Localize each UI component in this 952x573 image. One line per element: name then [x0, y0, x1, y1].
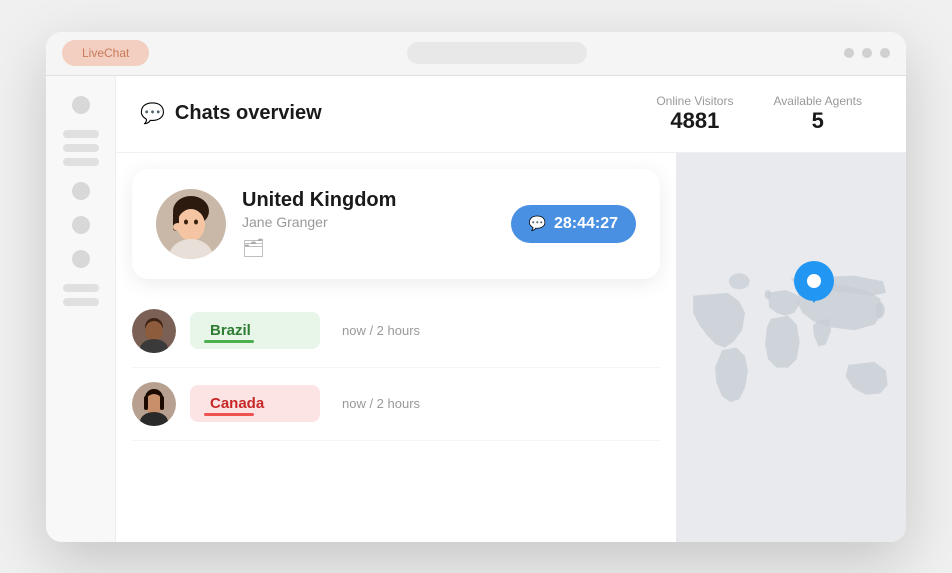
browser-tab[interactable]: LiveChat — [62, 40, 149, 66]
sidebar-line-1 — [63, 130, 99, 138]
canada-underline — [204, 413, 254, 416]
online-visitors-stat: Online Visitors 4881 — [656, 94, 733, 134]
canada-time: now / 2 hours — [342, 396, 420, 411]
sidebar-line-2 — [63, 144, 99, 152]
online-visitors-label: Online Visitors — [656, 94, 733, 108]
visitor-avatar-brazil — [132, 309, 176, 353]
country-badge-canada: Canada — [190, 385, 320, 422]
sidebar-nav-dot-4[interactable] — [72, 250, 90, 268]
dot-1 — [844, 48, 854, 58]
visitor-item-canada[interactable]: Canada now / 2 hours — [132, 368, 660, 441]
brazil-label: Brazil — [210, 322, 251, 339]
sidebar-nav-dot-1[interactable] — [72, 96, 90, 114]
browser-body: 💬 Chats overview Online Visitors 4881 Av… — [46, 76, 906, 542]
address-pill[interactable] — [407, 42, 587, 64]
chats-header: 💬 Chats overview Online Visitors 4881 Av… — [116, 76, 906, 153]
brazil-underline — [204, 340, 254, 343]
timer-value: 28:44:27 — [554, 215, 618, 233]
chats-header-left: 💬 Chats overview — [140, 101, 656, 126]
available-agents-value: 5 — [773, 108, 862, 134]
visitor-list: Brazil now / 2 hours — [116, 295, 676, 441]
chat-icon: 💬 — [140, 101, 165, 126]
content-area: United Kingdom Jane Granger 🗂 💬 28:44:27 — [116, 153, 906, 542]
avatar — [156, 189, 226, 259]
featured-username: Jane Granger — [242, 214, 495, 230]
sidebar-nav-dot-2[interactable] — [72, 182, 90, 200]
canada-label: Canada — [210, 395, 264, 412]
chat-timer[interactable]: 💬 28:44:27 — [511, 205, 636, 243]
brazil-time: now / 2 hours — [342, 323, 420, 338]
sidebar-line-4 — [63, 284, 99, 292]
page-title: Chats overview — [175, 102, 322, 125]
browser-window: LiveChat — [46, 32, 906, 542]
sidebar-nav-dot-3[interactable] — [72, 216, 90, 234]
header-stats: Online Visitors 4881 Available Agents 5 — [656, 94, 882, 134]
dot-2 — [862, 48, 872, 58]
featured-chat-info: United Kingdom Jane Granger 🗂 — [242, 189, 495, 259]
available-agents-stat: Available Agents 5 — [773, 94, 862, 134]
visitor-item-brazil[interactable]: Brazil now / 2 hours — [132, 295, 660, 368]
featured-chat-card[interactable]: United Kingdom Jane Granger 🗂 💬 28:44:27 — [132, 169, 660, 279]
sidebar-line-5 — [63, 298, 99, 306]
visitor-avatar-canada — [132, 382, 176, 426]
online-visitors-value: 4881 — [656, 108, 733, 134]
map-pin — [794, 261, 834, 316]
dot-3 — [880, 48, 890, 58]
address-bar — [157, 42, 836, 64]
featured-country: United Kingdom — [242, 189, 495, 212]
world-map-svg — [676, 153, 906, 542]
sidebar — [46, 76, 116, 542]
browser-titlebar: LiveChat — [46, 32, 906, 76]
main-content: 💬 Chats overview Online Visitors 4881 Av… — [116, 76, 906, 542]
sidebar-group-2 — [63, 284, 99, 306]
chat-panel: United Kingdom Jane Granger 🗂 💬 28:44:27 — [116, 153, 676, 542]
country-badge-brazil: Brazil — [190, 312, 320, 349]
map-panel — [676, 153, 906, 542]
available-agents-label: Available Agents — [773, 94, 862, 108]
timer-icon: 💬 — [529, 215, 546, 232]
sidebar-group-1 — [63, 130, 99, 166]
sidebar-line-3 — [63, 158, 99, 166]
file-icon: 🗂 — [242, 238, 495, 259]
